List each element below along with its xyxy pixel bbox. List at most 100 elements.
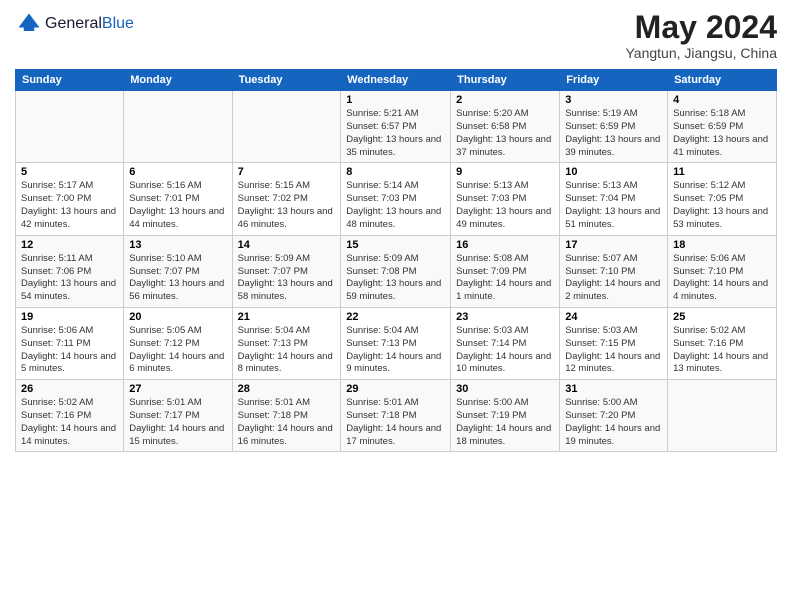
day-number: 7 [238,166,336,178]
day-number: 23 [456,311,554,323]
day-number: 19 [21,311,118,323]
day-info: Sunrise: 5:21 AM Sunset: 6:57 PM Dayligh… [346,108,445,159]
daylight-text: Daylight: 13 hours and 44 minutes. [129,206,224,230]
day-info: Sunrise: 5:00 AM Sunset: 7:19 PM Dayligh… [456,397,554,448]
sunset-text: Sunset: 7:10 PM [565,266,635,277]
day-cell-1-3: 8 Sunrise: 5:14 AM Sunset: 7:03 PM Dayli… [341,163,451,235]
day-number: 2 [456,94,554,106]
header-wednesday: Wednesday [341,70,451,91]
sunrise-text: Sunrise: 5:02 AM [673,325,745,336]
sunset-text: Sunset: 6:59 PM [673,121,743,132]
daylight-text: Daylight: 14 hours and 14 minutes. [21,423,116,447]
sunrise-text: Sunrise: 5:06 AM [21,325,93,336]
day-cell-4-2: 28 Sunrise: 5:01 AM Sunset: 7:18 PM Dayl… [232,380,341,452]
sunrise-text: Sunrise: 5:04 AM [346,325,418,336]
logo-icon [15,10,43,38]
daylight-text: Daylight: 13 hours and 39 minutes. [565,134,660,158]
daylight-text: Daylight: 14 hours and 2 minutes. [565,278,660,302]
sunrise-text: Sunrise: 5:09 AM [346,253,418,264]
sunrise-text: Sunrise: 5:17 AM [21,180,93,191]
daylight-text: Daylight: 13 hours and 46 minutes. [238,206,333,230]
daylight-text: Daylight: 14 hours and 1 minute. [456,278,551,302]
day-cell-2-0: 12 Sunrise: 5:11 AM Sunset: 7:06 PM Dayl… [16,235,124,307]
day-number: 31 [565,383,662,395]
sunrise-text: Sunrise: 5:12 AM [673,180,745,191]
daylight-text: Daylight: 14 hours and 9 minutes. [346,351,441,375]
day-number: 15 [346,239,445,251]
sunrise-text: Sunrise: 5:03 AM [565,325,637,336]
day-cell-1-6: 11 Sunrise: 5:12 AM Sunset: 7:05 PM Dayl… [668,163,777,235]
day-number: 13 [129,239,226,251]
day-cell-2-2: 14 Sunrise: 5:09 AM Sunset: 7:07 PM Dayl… [232,235,341,307]
day-number: 16 [456,239,554,251]
sunrise-text: Sunrise: 5:06 AM [673,253,745,264]
daylight-text: Daylight: 13 hours and 51 minutes. [565,206,660,230]
sunrise-text: Sunrise: 5:07 AM [565,253,637,264]
sunrise-text: Sunrise: 5:16 AM [129,180,201,191]
day-cell-3-3: 22 Sunrise: 5:04 AM Sunset: 7:13 PM Dayl… [341,307,451,379]
day-number: 24 [565,311,662,323]
sunset-text: Sunset: 7:20 PM [565,410,635,421]
day-info: Sunrise: 5:18 AM Sunset: 6:59 PM Dayligh… [673,108,771,159]
daylight-text: Daylight: 14 hours and 5 minutes. [21,351,116,375]
sunrise-text: Sunrise: 5:01 AM [238,397,310,408]
sunrise-text: Sunrise: 5:19 AM [565,108,637,119]
daylight-text: Daylight: 14 hours and 10 minutes. [456,351,551,375]
daylight-text: Daylight: 13 hours and 53 minutes. [673,206,768,230]
day-info: Sunrise: 5:05 AM Sunset: 7:12 PM Dayligh… [129,325,226,376]
sunrise-text: Sunrise: 5:00 AM [565,397,637,408]
day-number: 11 [673,166,771,178]
sunrise-text: Sunrise: 5:01 AM [129,397,201,408]
day-number: 12 [21,239,118,251]
daylight-text: Daylight: 13 hours and 35 minutes. [346,134,441,158]
daylight-text: Daylight: 14 hours and 15 minutes. [129,423,224,447]
daylight-text: Daylight: 14 hours and 8 minutes. [238,351,333,375]
day-info: Sunrise: 5:04 AM Sunset: 7:13 PM Dayligh… [346,325,445,376]
sunset-text: Sunset: 7:09 PM [456,266,526,277]
daylight-text: Daylight: 13 hours and 37 minutes. [456,134,551,158]
week-row-2: 5 Sunrise: 5:17 AM Sunset: 7:00 PM Dayli… [16,163,777,235]
daylight-text: Daylight: 13 hours and 58 minutes. [238,278,333,302]
sunset-text: Sunset: 7:00 PM [21,193,91,204]
daylight-text: Daylight: 14 hours and 18 minutes. [456,423,551,447]
day-cell-4-6 [668,380,777,452]
day-number: 1 [346,94,445,106]
daylight-text: Daylight: 13 hours and 56 minutes. [129,278,224,302]
daylight-text: Daylight: 13 hours and 59 minutes. [346,278,441,302]
sunset-text: Sunset: 7:18 PM [346,410,416,421]
header-friday: Friday [560,70,668,91]
day-cell-1-1: 6 Sunrise: 5:16 AM Sunset: 7:01 PM Dayli… [124,163,232,235]
day-cell-4-1: 27 Sunrise: 5:01 AM Sunset: 7:17 PM Dayl… [124,380,232,452]
weekday-header-row: Sunday Monday Tuesday Wednesday Thursday… [16,70,777,91]
day-cell-0-6: 4 Sunrise: 5:18 AM Sunset: 6:59 PM Dayli… [668,91,777,163]
daylight-text: Daylight: 13 hours and 48 minutes. [346,206,441,230]
day-info: Sunrise: 5:01 AM Sunset: 7:18 PM Dayligh… [346,397,445,448]
day-number: 4 [673,94,771,106]
sunset-text: Sunset: 6:58 PM [456,121,526,132]
day-info: Sunrise: 5:02 AM Sunset: 7:16 PM Dayligh… [21,397,118,448]
sunset-text: Sunset: 7:18 PM [238,410,308,421]
day-number: 28 [238,383,336,395]
daylight-text: Daylight: 14 hours and 17 minutes. [346,423,441,447]
day-info: Sunrise: 5:13 AM Sunset: 7:04 PM Dayligh… [565,180,662,231]
sunset-text: Sunset: 7:11 PM [21,338,91,349]
day-info: Sunrise: 5:01 AM Sunset: 7:18 PM Dayligh… [238,397,336,448]
header-saturday: Saturday [668,70,777,91]
sunset-text: Sunset: 7:04 PM [565,193,635,204]
sunset-text: Sunset: 7:17 PM [129,410,199,421]
day-cell-3-6: 25 Sunrise: 5:02 AM Sunset: 7:16 PM Dayl… [668,307,777,379]
sunset-text: Sunset: 7:02 PM [238,193,308,204]
day-cell-2-4: 16 Sunrise: 5:08 AM Sunset: 7:09 PM Dayl… [451,235,560,307]
sunset-text: Sunset: 7:06 PM [21,266,91,277]
day-number: 6 [129,166,226,178]
sunrise-text: Sunrise: 5:11 AM [21,253,93,264]
sunset-text: Sunset: 7:16 PM [21,410,91,421]
day-info: Sunrise: 5:12 AM Sunset: 7:05 PM Dayligh… [673,180,771,231]
sunrise-text: Sunrise: 5:03 AM [456,325,528,336]
day-number: 29 [346,383,445,395]
daylight-text: Daylight: 13 hours and 42 minutes. [21,206,116,230]
sunrise-text: Sunrise: 5:13 AM [565,180,637,191]
day-info: Sunrise: 5:06 AM Sunset: 7:11 PM Dayligh… [21,325,118,376]
sunrise-text: Sunrise: 5:18 AM [673,108,745,119]
sunset-text: Sunset: 7:13 PM [238,338,308,349]
